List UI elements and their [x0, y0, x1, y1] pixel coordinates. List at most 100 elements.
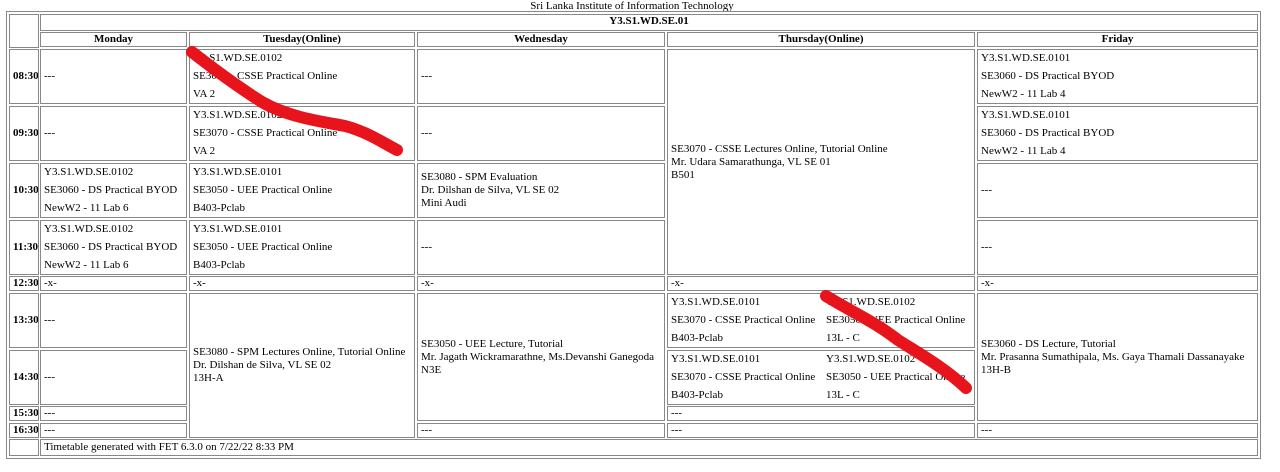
slot-line: NewW2 - 11 Lab 4 [981, 88, 1066, 100]
slot-line: VA 2 [193, 145, 216, 157]
slot-line: SE3050 - UEE Practical Online [193, 184, 333, 196]
day-header-wednesday: Wednesday [417, 32, 665, 47]
slot-wed-1630: --- [417, 423, 665, 438]
slot-line: B403-Pclab [193, 259, 245, 271]
slot-line: 13H-A [193, 372, 224, 384]
hour-1330: 13:30 [9, 293, 39, 348]
day-header-monday: Monday [40, 32, 187, 47]
slot-line: Y3.S1.WD.SE.0101 [981, 52, 1071, 64]
hour-1230: 12:30 [9, 276, 39, 291]
slot-line: Y3.S1.WD.SE.0102 [44, 166, 134, 178]
hour-1630: 16:30 [9, 423, 39, 438]
slot-thu-1530: --- [667, 406, 975, 421]
slot-fri-1630: --- [977, 423, 1258, 438]
slot-mon-1430: --- [40, 350, 187, 405]
slot-mon-1130: Y3.S1.WD.SE.0102 SE3060 - DS Practical B… [40, 220, 187, 275]
slot-line: Mini Audi [421, 197, 467, 209]
hour-1030: 10:30 [9, 163, 39, 218]
slot-line: Mr. Prasanna Sumathipala, Ms. Gaya Thama… [981, 350, 1245, 363]
slot-mon-0830: --- [40, 49, 187, 104]
slot-line: Mr. Jagath Wickramarathne, Ms.Devanshi G… [421, 350, 655, 363]
footer-corner [9, 439, 39, 456]
day-header-friday: Friday [977, 32, 1258, 47]
slot-fri-1230: -x- [977, 276, 1258, 291]
slot-thu-1330: Y3.S1.WD.SE.0101 SE3070 - CSSE Practical… [667, 293, 975, 348]
slot-wed-1330: SE3050 - UEE Lecture, Tutorial Mr. Jagat… [417, 293, 665, 421]
hour-0930: 09:30 [9, 106, 39, 161]
slot-mon-1530: --- [40, 406, 187, 421]
slot-line: N3E [421, 363, 442, 376]
slot-tue-1230: -x- [189, 276, 415, 291]
slot-line: 13H-B [981, 363, 1011, 376]
slot-tue-0930: Y3.S1.WD.SE.0102 SE3070 - CSSE Practical… [189, 106, 415, 161]
slot-fri-1330: SE3060 - DS Lecture, Tutorial Mr. Prasan… [977, 293, 1258, 421]
corner-cell [9, 14, 39, 48]
slot-line: Dr. Dilshan de Silva, VL SE 02 [193, 359, 332, 371]
slot-line: 13L - C [826, 332, 860, 344]
slot-line: B403-Pclab [671, 389, 723, 401]
timetable: Y3.S1.WD.SE.01 Monday Tuesday(Online) We… [6, 11, 1261, 459]
slot-line: SE3080 - SPM Lectures Online, Tutorial O… [193, 346, 406, 358]
slot-line: SE3060 - DS Practical BYOD [44, 241, 178, 253]
footer-note: Timetable generated with FET 6.3.0 on 7/… [40, 439, 1258, 456]
day-header-tuesday: Tuesday(Online) [189, 32, 415, 47]
slot-line: 13L - C [826, 389, 860, 401]
slot-line: Y3.S1.WD.SE.0102 [826, 296, 916, 308]
slot-line: Y3.S1.WD.SE.0101 [193, 223, 283, 235]
hour-1130: 11:30 [9, 220, 39, 275]
slot-line: SE3050 - UEE Practical Online [826, 314, 966, 326]
slot-line: Y3.S1.WD.SE.0102 [193, 52, 283, 64]
slot-line: B501 [671, 168, 695, 181]
slot-mon-1630: --- [40, 423, 187, 438]
slot-line: Y3.S1.WD.SE.0102 [826, 353, 916, 365]
slot-mon-1230: -x- [40, 276, 187, 291]
slot-thu-1230: -x- [667, 276, 975, 291]
slot-line: Y3.S1.WD.SE.0102 [193, 109, 283, 121]
hour-1530: 15:30 [9, 406, 39, 421]
slot-wed-1230: -x- [417, 276, 665, 291]
slot-line: Y3.S1.WD.SE.0101 [981, 109, 1071, 121]
slot-line: Dr. Dilshan de Silva, VL SE 02 [421, 184, 560, 196]
slot-line: SE3070 - CSSE Lectures Online, Tutorial … [671, 142, 888, 155]
slot-line: Y3.S1.WD.SE.0101 [671, 353, 761, 365]
slot-fri-0930: Y3.S1.WD.SE.0101 SE3060 - DS Practical B… [977, 106, 1258, 161]
slot-line: VA 2 [193, 88, 216, 100]
slot-fri-0830: Y3.S1.WD.SE.0101 SE3060 - DS Practical B… [977, 49, 1258, 104]
slot-line: SE3050 - UEE Practical Online [826, 371, 966, 383]
slot-line: SE3070 - CSSE Practical Online [193, 127, 338, 139]
slot-line: NewW2 - 11 Lab 6 [44, 202, 129, 214]
slot-thu-0830: SE3070 - CSSE Lectures Online, Tutorial … [667, 49, 975, 275]
slot-tue-1130: Y3.S1.WD.SE.0101 SE3050 - UEE Practical … [189, 220, 415, 275]
slot-fri-1030: --- [977, 163, 1258, 218]
slot-wed-0930: --- [417, 106, 665, 161]
slot-wed-1030: SE3080 - SPM Evaluation Dr. Dilshan de S… [417, 163, 665, 218]
slot-line: SE3070 - CSSE Practical Online [193, 70, 338, 82]
slot-line: B403-Pclab [671, 332, 723, 344]
slot-line: SE3050 - UEE Lecture, Tutorial [421, 337, 564, 350]
slot-mon-1330: --- [40, 293, 187, 348]
slot-thu-1630: --- [667, 423, 975, 438]
slot-line: SE3080 - SPM Evaluation [421, 171, 538, 183]
slot-line: B403-Pclab [193, 202, 245, 214]
slot-line: SE3070 - CSSE Practical Online [671, 314, 816, 326]
slot-line: NewW2 - 11 Lab 4 [981, 145, 1066, 157]
slot-line: Mr. Udara Samarathunga, VL SE 01 [671, 155, 831, 168]
slot-tue-1330: SE3080 - SPM Lectures Online, Tutorial O… [189, 293, 415, 438]
slot-line: SE3060 - DS Lecture, Tutorial [981, 337, 1116, 350]
slot-mon-0930: --- [40, 106, 187, 161]
slot-line: Y3.S1.WD.SE.0102 [44, 223, 134, 235]
slot-fri-1130: --- [977, 220, 1258, 275]
slot-line: SE3060 - DS Practical BYOD [981, 127, 1115, 139]
hour-0830: 08:30 [9, 49, 39, 104]
group-header: Y3.S1.WD.SE.01 [40, 14, 1258, 31]
slot-tue-1030: Y3.S1.WD.SE.0101 SE3050 - UEE Practical … [189, 163, 415, 218]
slot-line: SE3070 - CSSE Practical Online [671, 371, 816, 383]
slot-thu-1430: Y3.S1.WD.SE.0101 SE3070 - CSSE Practical… [667, 350, 975, 405]
hour-1430: 14:30 [9, 350, 39, 405]
slot-tue-0830: Y3.S1.WD.SE.0102 SE3070 - CSSE Practical… [189, 49, 415, 104]
slot-line: Y3.S1.WD.SE.0101 [671, 296, 761, 308]
slot-wed-1130: --- [417, 220, 665, 275]
slot-line: SE3060 - DS Practical BYOD [981, 70, 1115, 82]
slot-wed-0830: --- [417, 49, 665, 104]
slot-line: Y3.S1.WD.SE.0101 [193, 166, 283, 178]
